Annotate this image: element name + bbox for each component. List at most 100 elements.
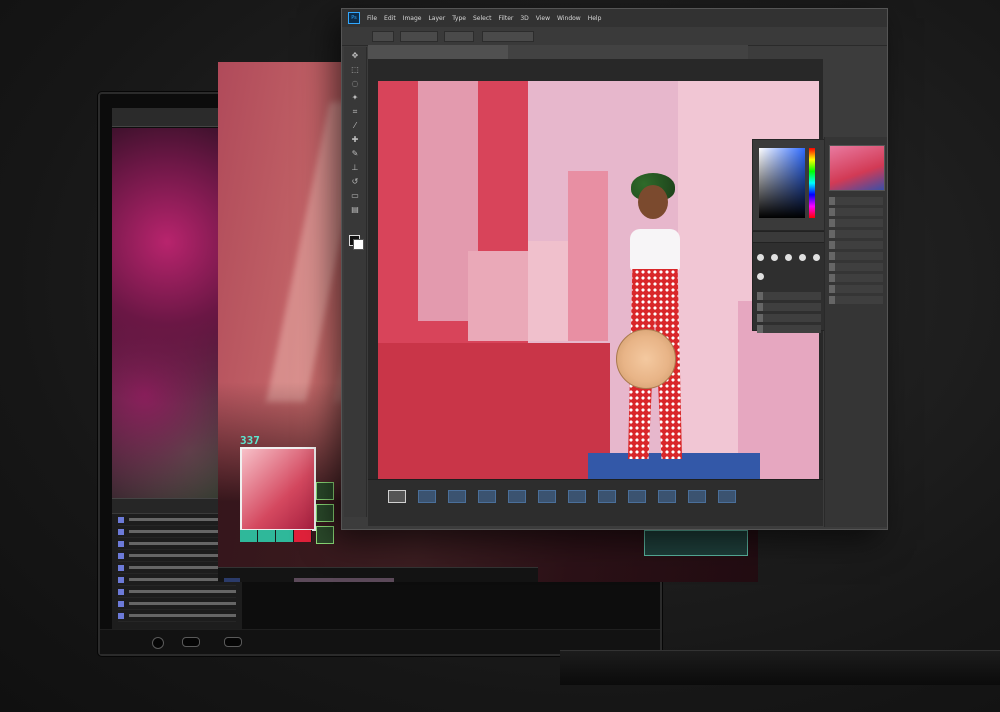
list-item[interactable] — [118, 598, 236, 610]
navigator-thumbnail[interactable] — [829, 145, 885, 191]
vfx-control-bar[interactable] — [240, 530, 312, 542]
eraser-tool-icon[interactable]: ▭ — [350, 191, 360, 201]
vfx-thumbnail[interactable] — [316, 504, 334, 522]
hue-slider[interactable] — [809, 148, 815, 218]
color-picker-panel[interactable] — [752, 139, 826, 231]
brush-row[interactable] — [757, 303, 821, 311]
menu-3d[interactable]: 3D — [520, 15, 528, 22]
lasso-tool-icon[interactable]: ◌ — [350, 79, 360, 89]
layer-row[interactable] — [829, 274, 883, 282]
vfx-record-button[interactable] — [294, 530, 312, 542]
menu-bar: Ps File Edit Image Layer Type Select Fil… — [342, 9, 887, 27]
timeline-frame[interactable] — [448, 490, 466, 503]
brush-presets — [753, 243, 825, 289]
tool-preset-picker[interactable] — [372, 31, 394, 42]
layer-row[interactable] — [829, 230, 883, 238]
gradient-tool-icon[interactable]: ▤ — [350, 205, 360, 215]
menu-layer[interactable]: Layer — [428, 15, 445, 22]
brushes-panel-header — [753, 232, 825, 243]
brush-preset-icon[interactable] — [757, 254, 764, 261]
marquee-tool-icon[interactable]: ⬚ — [350, 65, 360, 75]
building-shape — [568, 171, 608, 341]
timeline-frame[interactable] — [388, 490, 406, 503]
vfx-preview-panel[interactable] — [240, 447, 316, 531]
red-floor — [378, 343, 610, 486]
layer-row[interactable] — [829, 285, 883, 293]
background-color-swatch[interactable] — [353, 239, 364, 250]
crop-tool-icon[interactable]: ⌗ — [350, 107, 360, 117]
timeline-frame[interactable] — [568, 490, 586, 503]
menu-image[interactable]: Image — [403, 15, 422, 22]
option-control[interactable] — [444, 31, 474, 42]
laptop-base — [560, 650, 1000, 685]
brush-row[interactable] — [757, 314, 821, 322]
menu-filter[interactable]: Filter — [499, 15, 514, 22]
menu-type[interactable]: Type — [452, 15, 466, 22]
video-clip[interactable] — [294, 578, 394, 582]
vfx-thumbnail[interactable] — [316, 482, 334, 500]
menu-view[interactable]: View — [536, 15, 550, 22]
vfx-counter: 337 — [240, 434, 260, 447]
timeline-frame[interactable] — [508, 490, 526, 503]
layer-row[interactable] — [829, 219, 883, 227]
vfx-control-button[interactable] — [276, 530, 294, 542]
move-tool-icon[interactable]: ✥ — [350, 51, 360, 61]
menu-edit[interactable]: Edit — [384, 15, 396, 22]
document-tab[interactable] — [368, 45, 508, 59]
brush-row[interactable] — [757, 325, 821, 333]
track-headers — [224, 578, 240, 582]
timeline-frame[interactable] — [628, 490, 646, 503]
timeline-frame[interactable] — [538, 490, 556, 503]
stamp-tool-icon[interactable]: ⊥ — [350, 163, 360, 173]
list-item[interactable] — [118, 586, 236, 598]
right-panel-dock — [824, 137, 887, 527]
eyedropper-tool-icon[interactable]: ⁄ — [350, 121, 360, 131]
layer-row[interactable] — [829, 296, 883, 304]
brush-preset-icon[interactable] — [799, 254, 807, 261]
straw-hat — [616, 329, 676, 389]
layer-row[interactable] — [829, 208, 883, 216]
brushes-panel[interactable] — [752, 231, 826, 333]
person-shirt — [630, 229, 680, 271]
timeline-frame[interactable] — [688, 490, 706, 503]
layer-row[interactable] — [829, 197, 883, 205]
photoshop-window: Ps File Edit Image Layer Type Select Fil… — [341, 8, 888, 530]
menu-window[interactable]: Window — [557, 15, 581, 22]
history-brush-tool-icon[interactable]: ↺ — [350, 177, 360, 187]
vfx-thumbnail-column — [316, 482, 334, 548]
timeline-frame[interactable] — [598, 490, 616, 503]
photoshop-logo-icon: Ps — [348, 12, 360, 24]
brush-preset-icon[interactable] — [771, 254, 779, 261]
brush-preset-icon[interactable] — [813, 254, 821, 261]
menu-help[interactable]: Help — [588, 15, 602, 22]
menu-select[interactable]: Select — [473, 15, 492, 22]
option-control[interactable] — [400, 31, 438, 42]
timeline-frame[interactable] — [658, 490, 676, 503]
brush-tool-icon[interactable]: ✎ — [350, 149, 360, 159]
timeline-frame[interactable] — [418, 490, 436, 503]
layer-row[interactable] — [829, 252, 883, 260]
brush-row[interactable] — [757, 292, 821, 300]
magic-wand-tool-icon[interactable]: ✦ — [350, 93, 360, 103]
brush-preset-icon[interactable] — [757, 273, 764, 280]
vfx-control-button[interactable] — [240, 530, 258, 542]
timeline-filmstrip[interactable] — [368, 479, 823, 526]
timeline-frame[interactable] — [478, 490, 496, 503]
color-field[interactable] — [759, 148, 805, 218]
effects-tool-strip[interactable] — [644, 530, 748, 556]
vfx-thumbnail[interactable] — [316, 526, 334, 544]
layer-row[interactable] — [829, 263, 883, 271]
brush-preset-icon[interactable] — [785, 254, 793, 261]
timeline-frame[interactable] — [718, 490, 736, 503]
document-tab-bar — [368, 45, 748, 60]
video-timeline[interactable] — [218, 567, 538, 582]
tools-panel: ✥ ⬚ ◌ ✦ ⌗ ⁄ ✚ ✎ ⊥ ↺ ▭ ▤ — [344, 47, 367, 517]
vfx-control-button[interactable] — [258, 530, 276, 542]
menu-file[interactable]: File — [367, 15, 377, 22]
layers-panel — [825, 197, 887, 304]
layer-row[interactable] — [829, 241, 883, 249]
healing-tool-icon[interactable]: ✚ — [350, 135, 360, 145]
background-app-titlebar — [112, 108, 222, 127]
option-control[interactable] — [482, 31, 534, 42]
list-item[interactable] — [118, 610, 236, 622]
